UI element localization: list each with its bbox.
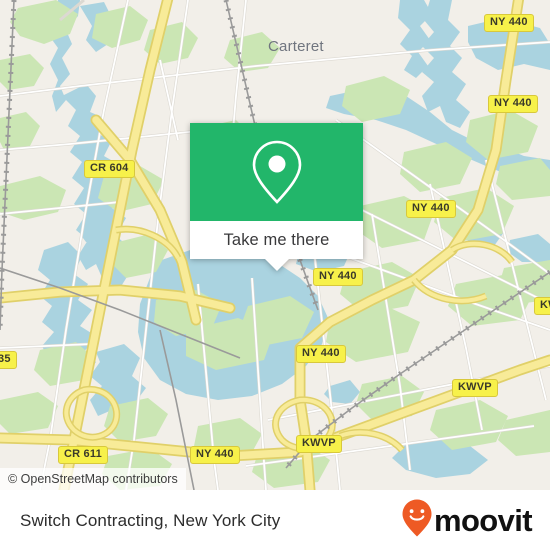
road-shield-ny-440[interactable]: NY 440 bbox=[488, 95, 538, 113]
location-popup-card[interactable]: Take me there bbox=[190, 123, 363, 271]
map-pin-icon bbox=[251, 139, 303, 205]
road-shield-kwvp[interactable]: KWVP bbox=[296, 435, 342, 453]
road-shield-kwvp[interactable]: KWVP bbox=[452, 379, 498, 397]
footer-bar: Switch Contracting, New York City moovit bbox=[0, 490, 550, 550]
moovit-wordmark: moovit bbox=[433, 503, 533, 538]
take-me-there-button[interactable]: Take me there bbox=[190, 221, 363, 259]
road-shield-35-clipped[interactable]: 35 bbox=[0, 351, 17, 369]
map-canvas[interactable]: Carteret NY 440 NY 440 NY 440 NY 440 NY … bbox=[0, 0, 550, 490]
road-shield-ny-440[interactable]: NY 440 bbox=[484, 14, 534, 32]
popup-pointer-tail bbox=[264, 259, 289, 271]
map-city-label-carteret: Carteret bbox=[268, 38, 324, 55]
road-shield-cr-611[interactable]: CR 611 bbox=[58, 446, 108, 464]
moovit-map-page: Carteret NY 440 NY 440 NY 440 NY 440 NY … bbox=[0, 0, 550, 550]
road-shield-ny-440[interactable]: NY 440 bbox=[406, 200, 456, 218]
road-shield-kwvp-clipped[interactable]: KW bbox=[534, 297, 550, 315]
road-shield-cr-604[interactable]: CR 604 bbox=[84, 160, 135, 178]
place-title: Switch Contracting, New York City bbox=[20, 510, 281, 530]
road-shield-ny-440[interactable]: NY 440 bbox=[296, 345, 346, 363]
moovit-smiley-pin-icon bbox=[402, 499, 432, 542]
popup-header bbox=[190, 123, 363, 221]
road-shield-ny-440[interactable]: NY 440 bbox=[190, 446, 240, 464]
moovit-brand[interactable]: moovit bbox=[402, 499, 533, 542]
map-attribution[interactable]: © OpenStreetMap contributors bbox=[0, 468, 186, 490]
